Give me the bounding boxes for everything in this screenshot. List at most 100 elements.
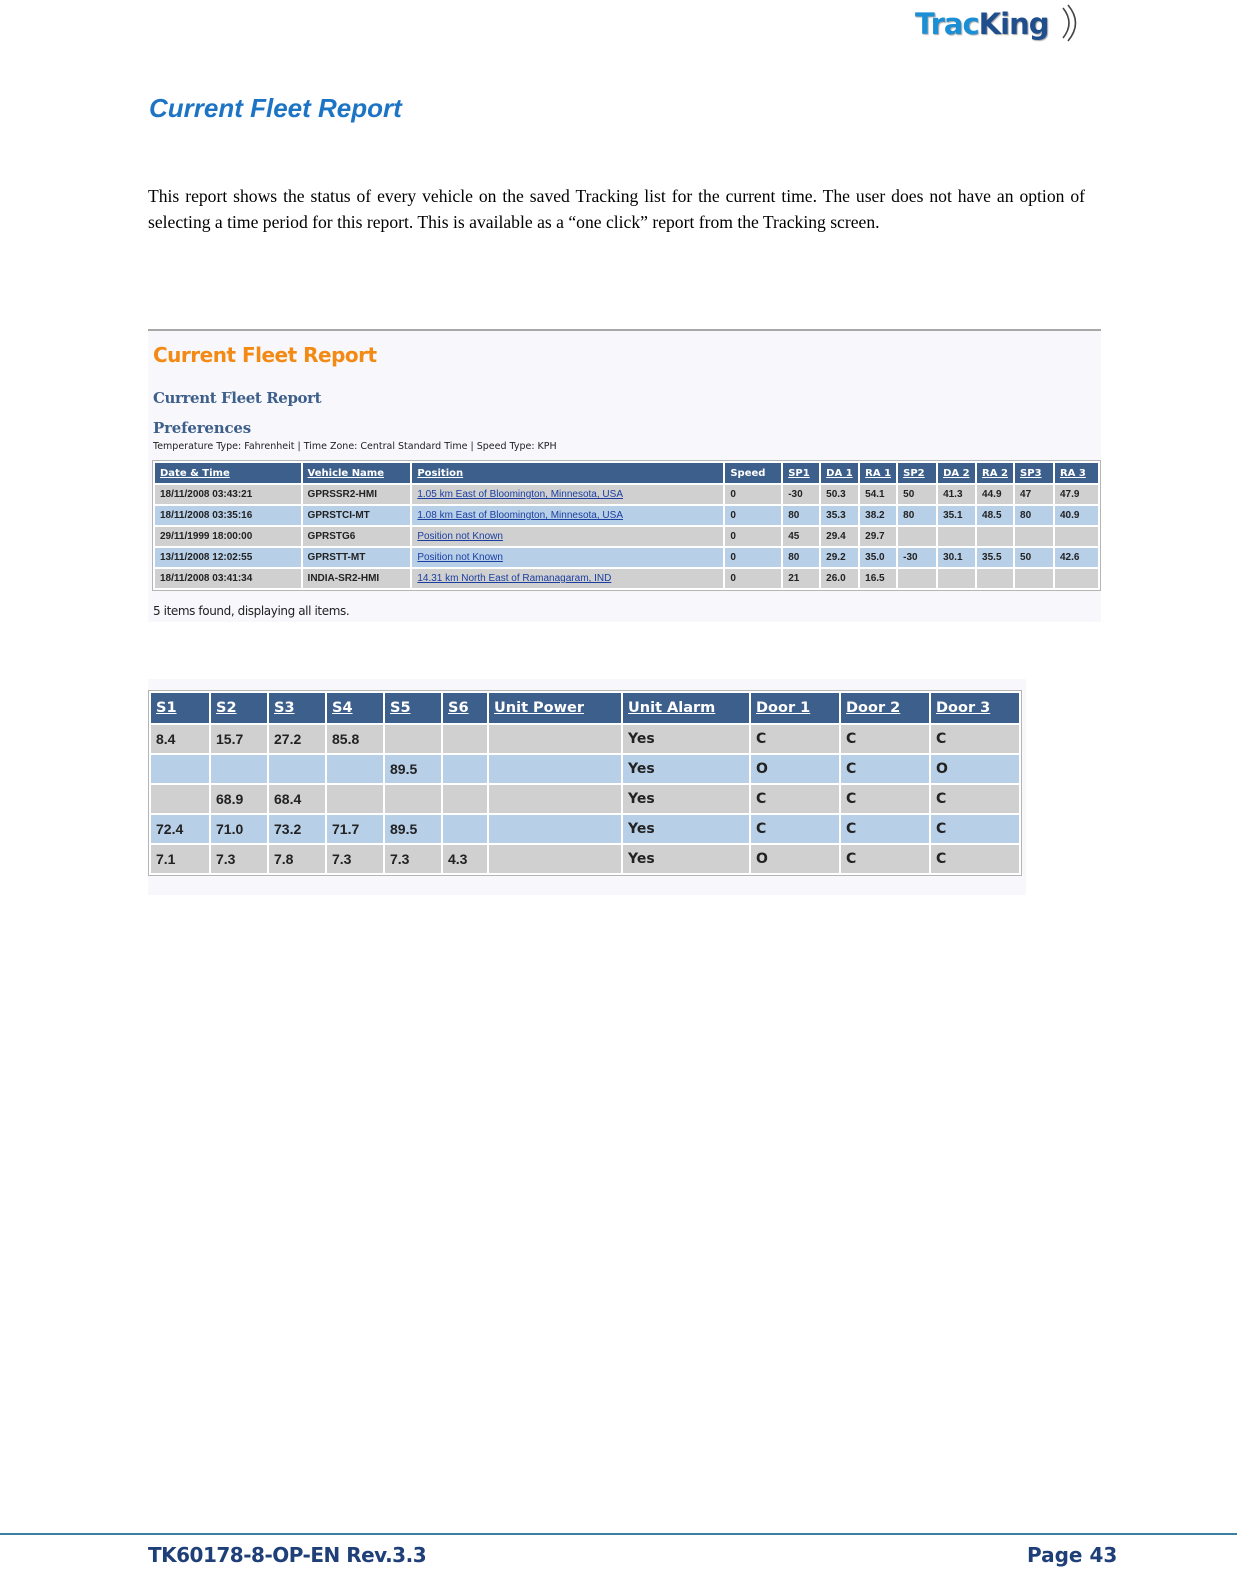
cell-s6 <box>443 725 487 753</box>
footer-document-id: TK60178-8-OP-EN Rev.3.3 <box>148 1543 427 1567</box>
signal-waves-icon <box>1062 4 1077 42</box>
column-header-s4[interactable]: S4 <box>327 693 383 723</box>
position-link[interactable]: Position not Known <box>417 552 503 563</box>
cell-sp2: 50 <box>898 485 937 504</box>
cell-unit-power <box>489 845 621 873</box>
column-header-da1[interactable]: DA 1 <box>821 463 859 483</box>
cell-speed: 0 <box>725 569 782 588</box>
cell-s2 <box>211 755 267 783</box>
cell-s5: 7.3 <box>385 845 441 873</box>
column-header-da2[interactable]: DA 2 <box>938 463 976 483</box>
table-row: 8.4 15.7 27.2 85.8 Yes C C C <box>151 725 1019 753</box>
cell-s1: 72.4 <box>151 815 209 843</box>
cell-unit-alarm: Yes <box>623 725 749 753</box>
cell-vehicle-name: GPRSTCI-MT <box>302 506 411 525</box>
cell-ra3 <box>1054 569 1098 588</box>
column-header-vehicle-name[interactable]: Vehicle Name <box>302 463 411 483</box>
fleet-table: Date & Time Vehicle Name Position Speed … <box>152 460 1101 591</box>
fleet-report-screenshot: Current Fleet Report Current Fleet Repor… <box>148 329 1101 622</box>
column-header-s1[interactable]: S1 <box>151 693 209 723</box>
position-link[interactable]: 1.05 km East of Bloomington, Minnesota, … <box>417 489 623 500</box>
footer-page-number: Page 43 <box>1027 1543 1118 1567</box>
position-link[interactable]: Position not Known <box>417 531 503 542</box>
cell-position: 1.05 km East of Bloomington, Minnesota, … <box>412 485 724 504</box>
cell-unit-power <box>489 755 621 783</box>
column-header-unit-power[interactable]: Unit Power <box>489 693 621 723</box>
footer-divider <box>0 1533 1237 1535</box>
column-header-s5[interactable]: S5 <box>385 693 441 723</box>
cell-sp3 <box>1015 569 1053 588</box>
table-row: 72.4 71.0 73.2 71.7 89.5 Yes C C C <box>151 815 1019 843</box>
cell-da2: 30.1 <box>938 548 976 567</box>
sensor-table: S1 S2 S3 S4 S5 S6 Unit Power Unit Alarm … <box>148 690 1022 876</box>
position-link[interactable]: 1.08 km East of Bloomington, Minnesota, … <box>417 510 623 521</box>
cell-door-2: C <box>841 845 929 873</box>
column-header-door-3[interactable]: Door 3 <box>931 693 1019 723</box>
cell-unit-power <box>489 815 621 843</box>
table-row: 7.1 7.3 7.8 7.3 7.3 4.3 Yes O C C <box>151 845 1019 873</box>
cell-speed: 0 <box>725 485 782 504</box>
column-header-sp3[interactable]: SP3 <box>1015 463 1053 483</box>
cell-sp2: 80 <box>898 506 937 525</box>
column-header-position[interactable]: Position <box>412 463 724 483</box>
cell-unit-power <box>489 725 621 753</box>
column-header-unit-alarm[interactable]: Unit Alarm <box>623 693 749 723</box>
column-header-s2[interactable]: S2 <box>211 693 267 723</box>
column-header-sp1[interactable]: SP1 <box>783 463 820 483</box>
cell-sp3: 80 <box>1015 506 1053 525</box>
cell-unit-alarm: Yes <box>623 845 749 873</box>
cell-da2 <box>938 527 976 546</box>
cell-sp2 <box>898 569 937 588</box>
cell-date-time: 13/11/2008 12:02:55 <box>155 548 301 567</box>
cell-s4: 7.3 <box>327 845 383 873</box>
cell-sp3: 47 <box>1015 485 1053 504</box>
sensor-report-screenshot: S1 S2 S3 S4 S5 S6 Unit Power Unit Alarm … <box>148 679 1026 895</box>
sensor-table-header: S1 S2 S3 S4 S5 S6 Unit Power Unit Alarm … <box>151 693 1019 723</box>
column-header-ra1[interactable]: RA 1 <box>860 463 897 483</box>
cell-s3: 73.2 <box>269 815 325 843</box>
cell-s5 <box>385 725 441 753</box>
cell-s6 <box>443 755 487 783</box>
cell-unit-alarm: Yes <box>623 785 749 813</box>
column-header-door-1[interactable]: Door 1 <box>751 693 839 723</box>
cell-s4 <box>327 755 383 783</box>
cell-s4: 71.7 <box>327 815 383 843</box>
cell-ra1: 38.2 <box>860 506 897 525</box>
table-row: 18/11/2008 03:35:16 GPRSTCI-MT 1.08 km E… <box>155 506 1098 525</box>
cell-door-1: O <box>751 755 839 783</box>
column-header-ra3[interactable]: RA 3 <box>1054 463 1098 483</box>
items-found-status: 5 items found, displaying all items. <box>153 604 350 618</box>
cell-sp3 <box>1015 527 1053 546</box>
cell-position: 1.08 km East of Bloomington, Minnesota, … <box>412 506 724 525</box>
column-header-sp2[interactable]: SP2 <box>898 463 937 483</box>
column-header-s6[interactable]: S6 <box>443 693 487 723</box>
cell-s1: 8.4 <box>151 725 209 753</box>
cell-ra3: 40.9 <box>1054 506 1098 525</box>
cell-door-2: C <box>841 785 929 813</box>
cell-s1 <box>151 755 209 783</box>
column-header-ra2[interactable]: RA 2 <box>977 463 1014 483</box>
cell-s3: 68.4 <box>269 785 325 813</box>
column-header-date-time[interactable]: Date & Time <box>155 463 301 483</box>
fleet-table-header: Date & Time Vehicle Name Position Speed … <box>155 463 1098 483</box>
logo-text: TracKing <box>915 7 1049 41</box>
cell-vehicle-name: GPRSSR2-HMI <box>302 485 411 504</box>
cell-s2: 15.7 <box>211 725 267 753</box>
table-row: 18/11/2008 03:41:34 INDIA-SR2-HMI 14.31 … <box>155 569 1098 588</box>
cell-door-3: C <box>931 845 1019 873</box>
position-link[interactable]: 14.31 km North East of Ramanagaram, IND <box>417 573 611 584</box>
tracking-logo: TracKing <box>915 2 1087 46</box>
cell-position: Position not Known <box>412 548 724 567</box>
column-header-door-2[interactable]: Door 2 <box>841 693 929 723</box>
cell-date-time: 18/11/2008 03:43:21 <box>155 485 301 504</box>
cell-door-3: O <box>931 755 1019 783</box>
cell-sp2: -30 <box>898 548 937 567</box>
cell-ra2: 35.5 <box>977 548 1014 567</box>
table-row: 68.9 68.4 Yes C C C <box>151 785 1019 813</box>
cell-speed: 0 <box>725 506 782 525</box>
cell-sp1: 21 <box>783 569 820 588</box>
cell-door-3: C <box>931 815 1019 843</box>
column-header-s3[interactable]: S3 <box>269 693 325 723</box>
cell-speed: 0 <box>725 548 782 567</box>
cell-ra1: 29.7 <box>860 527 897 546</box>
